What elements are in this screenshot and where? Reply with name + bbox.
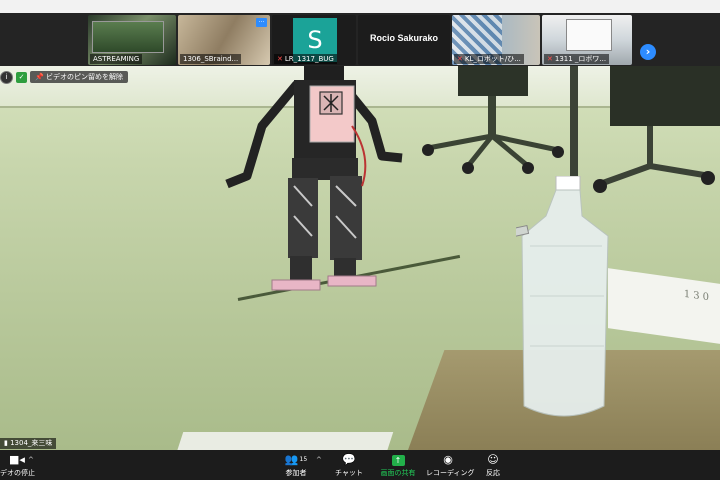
record-icon: ◉ — [443, 453, 453, 466]
participant-tile-5[interactable]: ✕ KL_ロボット/ひ... — [452, 15, 540, 65]
thumbnail-video — [92, 21, 164, 53]
shield-icon[interactable]: ✓ — [16, 71, 27, 83]
muted-mic-icon: ✕ — [277, 55, 283, 63]
chevron-up-icon[interactable]: ^ — [28, 456, 34, 464]
share-screen-button[interactable]: ↑ 画面の共有 — [376, 453, 420, 479]
chat-button[interactable]: 💬 チャット — [334, 453, 364, 479]
emoji-icon: ☺ — [487, 453, 499, 466]
muted-mic-icon: ✕ — [547, 55, 553, 63]
participant-strip: ASTREAMING ··· 1306_SBraind... S ✕ LR_131… — [0, 13, 720, 66]
info-icon[interactable]: i — [0, 70, 13, 84]
humanoid-robot — [225, 66, 403, 291]
thumbnail-video — [566, 19, 612, 51]
participant-tile-3[interactable]: S ✕ LR_1317_BUG — [272, 15, 356, 65]
next-page-icon[interactable]: › — [640, 44, 656, 60]
pin-icon: 📌 — [35, 73, 44, 81]
participant-name: ASTREAMING — [90, 54, 143, 64]
paper-sheet: 130 — [608, 268, 720, 344]
muted-mic-icon: ✕ — [457, 55, 463, 63]
participant-name: ✕ 1311 _ロボワ... — [544, 54, 610, 64]
participant-name: ✕ LR_1317_BUG — [274, 54, 337, 64]
meeting-toolbar: ■◂ デオの停止 ^ 👥15 参加者 ^ 💬 チャット ↑ 画面の共有 ◉ レコ… — [0, 450, 720, 480]
main-video: 130 i ✓ 📌 ビデオのピン留めを解除 — [0, 66, 720, 450]
window-top-strip — [0, 0, 720, 13]
office-chair — [422, 66, 564, 174]
active-speaker-name: ▮ 1304_来三味 — [0, 438, 57, 449]
water-bottle — [516, 176, 609, 417]
chevron-up-icon[interactable]: ^ — [316, 456, 322, 464]
share-screen-icon: ↑ — [391, 455, 405, 466]
reactions-button[interactable]: ☺ 反応 — [480, 453, 506, 479]
unpin-video-button[interactable]: 📌 ビデオのピン留めを解除 — [30, 71, 128, 83]
participant-tile-1[interactable]: ASTREAMING — [88, 15, 176, 65]
participant-tile-6[interactable]: ✕ 1311 _ロボワ... — [542, 15, 632, 65]
participant-tile-4[interactable]: Rocio Sakurako — [358, 15, 450, 65]
participant-name: 1306_SBraind... — [180, 54, 242, 64]
participant-name: ✕ KL_ロボット/ひ... — [454, 54, 524, 64]
participants-button[interactable]: 👥15 参加者 — [274, 453, 318, 479]
signal-icon: ▮ — [4, 439, 8, 447]
participant-name: Rocio Sakurako — [369, 33, 439, 43]
participant-tile-2[interactable]: ··· 1306_SBraind... — [178, 15, 270, 65]
more-options-icon[interactable]: ··· — [256, 18, 267, 27]
chat-icon: 💬 — [342, 453, 356, 466]
people-icon: 👥15 — [284, 453, 308, 466]
white-sheet — [176, 432, 394, 450]
record-button[interactable]: ◉ レコーディング — [426, 453, 475, 479]
pin-banner: i ✓ 📌 ビデオのピン留めを解除 — [0, 70, 128, 84]
